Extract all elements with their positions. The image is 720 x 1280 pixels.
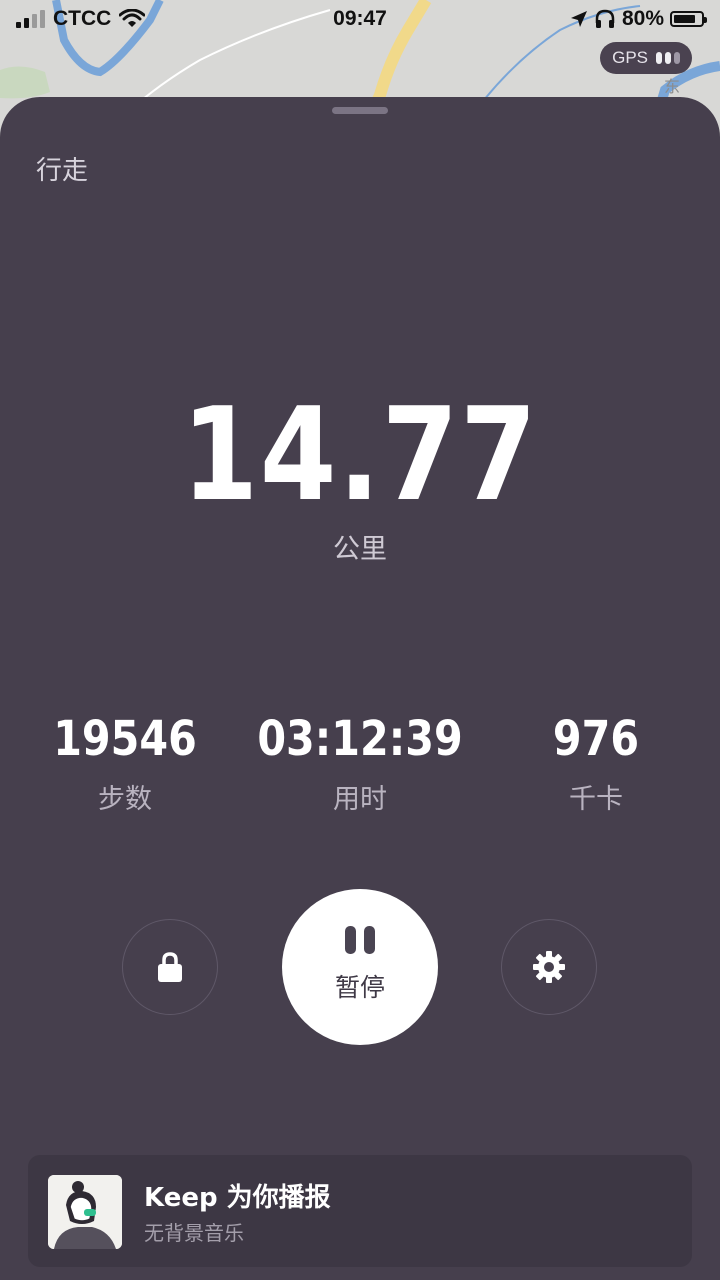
banner-subtitle: 无背景音乐 (144, 1221, 244, 1245)
duration-label: 用时 (333, 784, 387, 815)
gps-strength-dot (674, 52, 680, 64)
lock-icon (158, 952, 182, 982)
gps-signal-icon (656, 52, 680, 64)
settings-button[interactable] (501, 919, 597, 1015)
workout-panel: 行走 14.77 公里 19546 步数 03:12:39 用时 976 千卡 … (0, 97, 720, 1280)
steps-value: 19546 (53, 711, 197, 767)
workout-mode-label: 行走 (36, 156, 89, 186)
headphones-icon (595, 9, 615, 28)
distance-unit: 公里 (333, 534, 387, 565)
pause-button[interactable]: 暂停 (282, 889, 438, 1045)
calories-label: 千卡 (569, 784, 623, 815)
gps-indicator[interactable]: GPS (600, 42, 692, 74)
battery-icon (670, 11, 707, 27)
gear-icon (533, 951, 565, 983)
stat-steps: 19546 步数 (5, 715, 245, 816)
gps-strength-dot (665, 52, 671, 64)
steps-label: 步数 (98, 784, 152, 815)
voice-broadcast-banner[interactable]: Keep 为你播报 无背景音乐 (28, 1155, 692, 1267)
banner-title: Keep 为你播报 (144, 1183, 331, 1213)
pause-icon (345, 926, 375, 954)
coach-avatar (48, 1175, 122, 1249)
pause-label: 暂停 (334, 973, 385, 1002)
drag-handle[interactable] (332, 107, 388, 114)
stat-calories: 976 千卡 (476, 715, 716, 816)
gps-strength-dot (656, 52, 662, 64)
location-arrow-icon (570, 11, 587, 27)
distance-value: 14.77 (181, 381, 539, 530)
lock-button[interactable] (122, 919, 218, 1015)
gps-label: GPS (612, 48, 648, 67)
battery-percent: 80% (621, 7, 664, 30)
map-label: 东 (664, 77, 680, 96)
duration-value: 03:12:39 (257, 711, 463, 767)
calories-value: 976 (552, 711, 640, 767)
stat-duration: 03:12:39 用时 (240, 715, 480, 816)
status-bar: CTCC 09:47 80% (0, 0, 720, 40)
